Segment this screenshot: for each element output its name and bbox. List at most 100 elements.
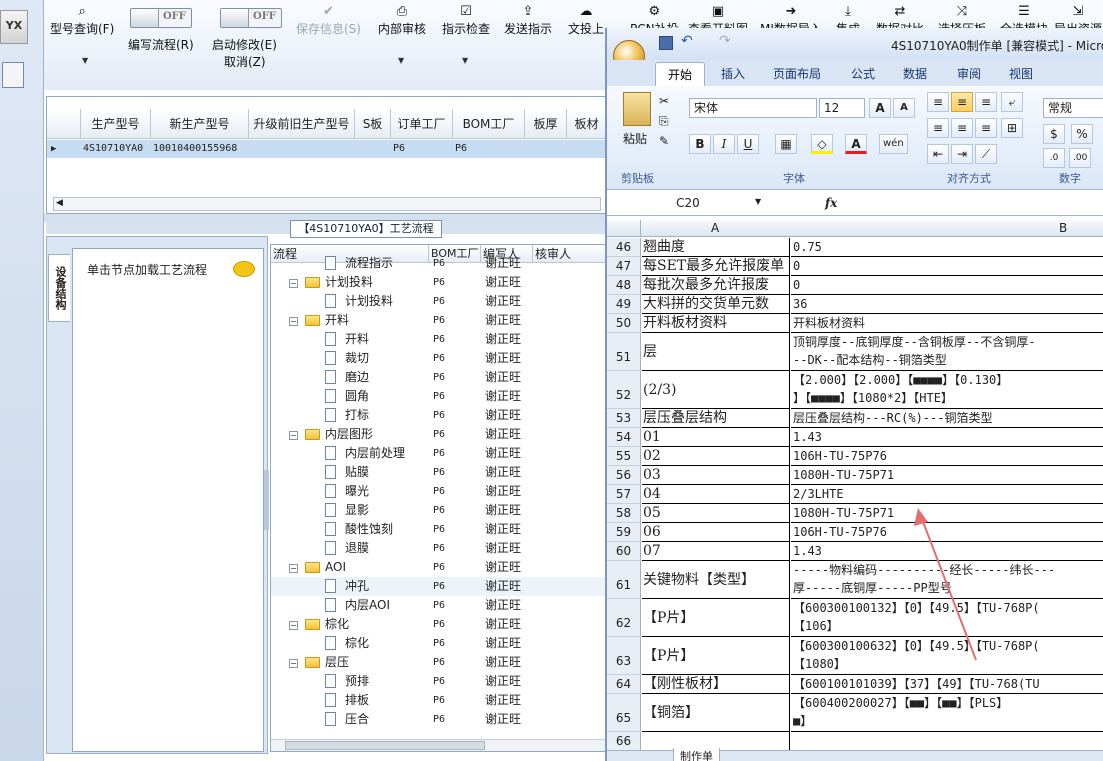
cell-b[interactable]: 1080H-TU-75P71 <box>791 466 1103 485</box>
phonetic-button[interactable]: wén <box>879 134 908 154</box>
cell-b[interactable]: 0 <box>791 257 1103 276</box>
cell-b[interactable]: 层压叠层结构---RC(%)---铜箔类型 <box>791 409 1103 428</box>
cell-b[interactable]: 1.43 <box>791 428 1103 447</box>
shrink-font-button[interactable]: A <box>893 98 915 118</box>
formula-input[interactable] <box>843 194 1103 214</box>
cell-a[interactable]: 层压叠层结构 <box>642 409 790 428</box>
cell-a[interactable]: (2/3) <box>642 371 790 409</box>
row-header[interactable]: 46 <box>607 238 641 257</box>
align-middle-button[interactable]: ≡ <box>951 92 973 112</box>
row-header[interactable]: 64 <box>607 675 641 694</box>
tree-row[interactable]: 开料 P6 谢正旺 <box>271 330 605 349</box>
tree-row[interactable]: 贴膜 P6 谢正旺 <box>271 463 605 482</box>
copy-icon[interactable]: ⎘ <box>659 114 669 129</box>
grid-header[interactable]: 生产型号 <box>81 109 151 139</box>
font-name-select[interactable]: 宋体 <box>689 98 817 118</box>
cell-a[interactable]: 05 <box>642 504 790 523</box>
cell-a[interactable]: 06 <box>642 523 790 542</box>
align-top-button[interactable]: ≡ <box>927 92 949 112</box>
grid-cell[interactable]: P6 <box>391 140 453 158</box>
select-all-corner[interactable] <box>607 220 641 237</box>
cell-b[interactable]: 【600400200027】【■■】【■■】【PLS】 ■】 <box>791 694 1103 732</box>
underline-button[interactable]: U <box>737 134 759 154</box>
grid-header[interactable]: BOM工厂 <box>453 109 525 139</box>
collapse-icon[interactable]: − <box>289 621 298 630</box>
panel-collapse-handle[interactable] <box>264 470 269 530</box>
tree-row[interactable]: 内层AOI P6 谢正旺 <box>271 596 605 615</box>
grid-header[interactable]: S板 <box>355 109 391 139</box>
tree-row[interactable]: 酸性蚀刻 P6 谢正旺 <box>271 520 605 539</box>
align-bottom-button[interactable]: ≡ <box>975 92 997 112</box>
tree-row[interactable]: 磨边 P6 谢正旺 <box>271 368 605 387</box>
row-header[interactable]: 50 <box>607 314 641 333</box>
sheet-tab[interactable]: 制作单 <box>673 748 720 761</box>
column-header-a[interactable]: A <box>711 220 719 237</box>
horizontal-scrollbar[interactable] <box>271 739 605 751</box>
row-header[interactable]: 54 <box>607 428 641 447</box>
tree-row[interactable]: 圆角 P6 谢正旺 <box>271 387 605 406</box>
collapse-icon[interactable]: − <box>289 659 298 668</box>
bold-button[interactable]: B <box>689 134 711 154</box>
cell-a[interactable]: 关键物料【类型】 <box>642 561 790 599</box>
currency-button[interactable]: $ <box>1043 124 1065 144</box>
row-header[interactable]: 53 <box>607 409 641 428</box>
tree-row[interactable]: 显影 P6 谢正旺 <box>271 501 605 520</box>
tree-row[interactable]: 流程指示 P6 谢正旺 <box>271 254 605 273</box>
decrease-decimal-button[interactable]: .00 <box>1069 148 1092 168</box>
tree-row[interactable]: 棕化 P6 谢正旺 <box>271 634 605 653</box>
tree-row[interactable]: − AOI P6 谢正旺 <box>271 558 605 577</box>
tree-row[interactable]: − 棕化 P6 谢正旺 <box>271 615 605 634</box>
grid-cell[interactable]: 4S10710YA0 <box>81 140 151 158</box>
border-button[interactable]: ▦ <box>775 134 797 154</box>
grid-header[interactable]: 板厚 <box>525 109 567 139</box>
cell-b[interactable]: 0 <box>791 276 1103 295</box>
paste-icon[interactable] <box>623 92 651 126</box>
row-header[interactable]: 52 <box>607 371 641 409</box>
align-right-button[interactable]: ≡ <box>975 118 997 138</box>
row-header[interactable]: 55 <box>607 447 641 466</box>
tree-row[interactable]: − 层压 P6 谢正旺 <box>271 653 605 672</box>
row-header[interactable]: 57 <box>607 485 641 504</box>
fill-color-button[interactable]: ◇ <box>811 134 833 154</box>
increase-indent-button[interactable]: ⇥ <box>951 144 973 164</box>
factory-logo-icon[interactable]: YX <box>0 10 28 44</box>
cell-a[interactable]: 02 <box>642 447 790 466</box>
row-header[interactable]: 61 <box>607 561 641 599</box>
row-header[interactable]: 51 <box>607 333 641 371</box>
row-header[interactable]: 49 <box>607 295 641 314</box>
tree-row[interactable]: − 内层图形 P6 谢正旺 <box>271 425 605 444</box>
tree-row[interactable]: 曝光 P6 谢正旺 <box>271 482 605 501</box>
tree-row[interactable]: 退膜 P6 谢正旺 <box>271 539 605 558</box>
column-header-b[interactable]: B <box>1059 220 1067 237</box>
cell-b[interactable]: 【600100101039】【37】【49】【TU-768(TU <box>791 675 1103 694</box>
tab-review[interactable]: 审阅 <box>957 65 981 82</box>
row-header[interactable]: 56 <box>607 466 641 485</box>
tree-row[interactable]: − 计划投料 P6 谢正旺 <box>271 273 605 292</box>
row-header[interactable]: 59 <box>607 523 641 542</box>
wrap-text-button[interactable]: ⤶ <box>1001 92 1023 112</box>
font-size-select[interactable]: 12 <box>819 98 865 118</box>
cell-a[interactable]: 【刚性板材】 <box>642 675 790 694</box>
grid-cell[interactable]: 10010400155968 <box>151 140 249 158</box>
cell-a[interactable]: 层 <box>642 333 790 371</box>
name-box-dropdown-icon[interactable]: ▼ <box>755 197 761 206</box>
cell-b[interactable]: 106H-TU-75P76 <box>791 447 1103 466</box>
collapse-icon[interactable]: − <box>289 564 298 573</box>
grid-header[interactable]: 板材 <box>567 109 607 139</box>
tab-device-structure[interactable]: 设备结构 <box>48 254 70 322</box>
font-color-button[interactable]: A <box>845 134 867 154</box>
tab-insert[interactable]: 插入 <box>721 65 745 82</box>
query-model-button[interactable]: ⌕ 型号查询(F) <box>50 4 114 37</box>
row-header[interactable]: 48 <box>607 276 641 295</box>
cell-a[interactable]: 翘曲度 <box>642 238 790 257</box>
tree-row[interactable]: 打标 P6 谢正旺 <box>271 406 605 425</box>
grow-font-button[interactable]: A <box>869 98 891 118</box>
align-left-button[interactable]: ≡ <box>927 118 949 138</box>
tab-formulas[interactable]: 公式 <box>851 65 875 82</box>
collapse-icon[interactable]: − <box>289 317 298 326</box>
cell-a[interactable]: 04 <box>642 485 790 504</box>
row-header[interactable]: 47 <box>607 257 641 276</box>
save-icon[interactable] <box>659 36 673 50</box>
horizontal-scrollbar[interactable]: ◀ <box>53 197 601 211</box>
tree-row[interactable]: 裁切 P6 谢正旺 <box>271 349 605 368</box>
